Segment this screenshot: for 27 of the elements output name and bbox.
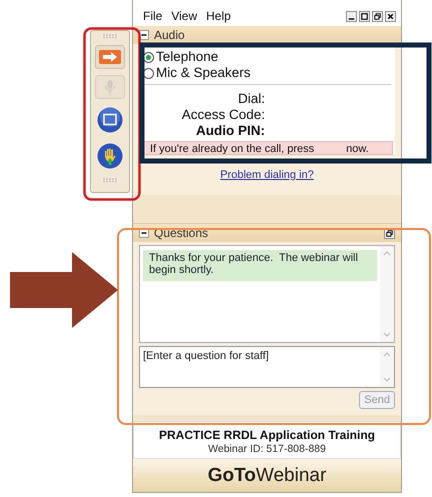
- menu-item[interactable]: View: [171, 9, 198, 23]
- field-label: Dial:: [236, 91, 265, 107]
- notice-text: If you're already on the call, press: [150, 143, 314, 154]
- webinar-id: Webinar ID: 517-808-889: [207, 443, 327, 455]
- menu-item[interactable]: Help: [206, 9, 231, 23]
- maximize-icon[interactable]: [359, 10, 370, 22]
- message-text: Thanks for your patience. The webinar will begin shortly.: [143, 250, 377, 281]
- microphone-icon: [104, 79, 116, 95]
- panel-title: Audio: [154, 28, 185, 42]
- field-label: Access Code:: [180, 107, 265, 123]
- screen-button[interactable]: [95, 105, 125, 135]
- help-link[interactable]: Problem dialing in?: [220, 169, 314, 181]
- restore-icon[interactable]: [372, 10, 383, 22]
- panel-title: Questions: [154, 226, 208, 240]
- close-icon[interactable]: [385, 10, 396, 22]
- field-label: Audio PIN:: [195, 123, 265, 139]
- menu-item[interactable]: File: [143, 9, 162, 23]
- minimize-icon[interactable]: [346, 10, 357, 22]
- screen-icon: [97, 107, 123, 133]
- radio-option[interactable]: Telephone: [143, 49, 391, 65]
- raise-hand-button[interactable]: [95, 141, 125, 171]
- arrow-button[interactable]: [95, 45, 125, 69]
- radio-option[interactable]: Mic & Speakers: [143, 65, 391, 81]
- logo-text: GoToWebinar: [208, 464, 326, 486]
- notice-text: now.: [346, 143, 369, 154]
- hand-icon: [97, 143, 123, 169]
- webinar-title: PRACTICE RRDL Application Training: [158, 428, 376, 442]
